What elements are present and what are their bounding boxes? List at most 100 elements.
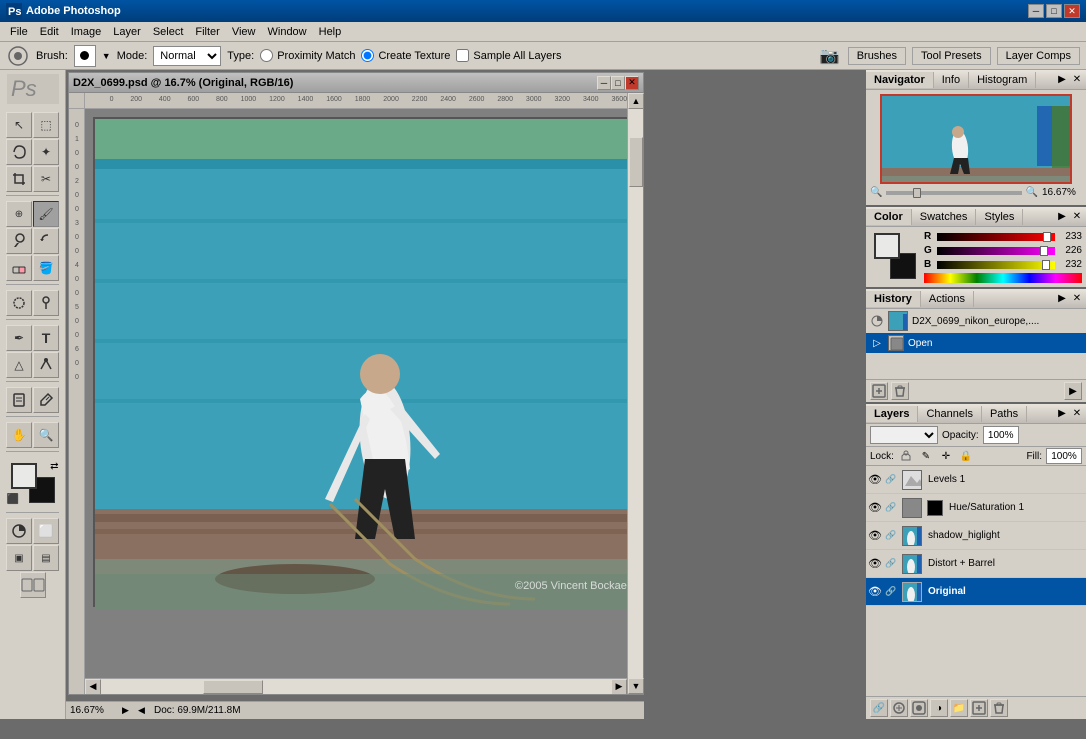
slice-tool[interactable]: ✂ (33, 166, 59, 192)
brushes-tab[interactable]: Brushes (848, 47, 906, 65)
eraser-tool[interactable] (6, 255, 32, 281)
add-mask-btn[interactable] (910, 699, 928, 717)
zoom-out-icon[interactable]: 🔍 (1026, 187, 1038, 198)
minimize-button[interactable]: ─ (1028, 4, 1044, 18)
brush-tool[interactable]: 🖌 (33, 201, 59, 227)
fill-tool[interactable]: 🪣 (33, 255, 59, 281)
new-snapshot-btn[interactable] (870, 382, 888, 400)
zoom-tool[interactable]: 🔍 (33, 422, 59, 448)
link-layers-btn[interactable]: 🔗 (870, 699, 888, 717)
menu-edit[interactable]: Edit (34, 24, 65, 40)
menu-file[interactable]: File (4, 24, 34, 40)
layer-link-3[interactable]: 🔗 (885, 557, 899, 571)
layer-link-0[interactable]: 🔗 (885, 473, 899, 487)
b-slider-track[interactable] (937, 261, 1055, 269)
layer-visibility-1[interactable]: 👁 (868, 501, 882, 515)
layer-visibility-2[interactable]: 👁 (868, 529, 882, 543)
new-layer-btn[interactable] (970, 699, 988, 717)
layer-item-1[interactable]: 👁 🔗 Hue/Saturation 1 (866, 494, 1086, 522)
menu-image[interactable]: Image (65, 24, 108, 40)
layer-item-2[interactable]: 👁 🔗 shadow_higlight (866, 522, 1086, 550)
notes-tool[interactable] (6, 387, 32, 413)
blend-mode-select[interactable]: Normal (870, 426, 938, 444)
path-selection-tool[interactable] (33, 352, 59, 378)
magic-wand-tool[interactable]: ✦ (33, 139, 59, 165)
zoom-in-icon[interactable]: 🔍 (870, 187, 882, 198)
history-item-0[interactable]: D2X_0699_nikon_europe,.... (866, 309, 1086, 333)
channels-tab[interactable]: Channels (918, 406, 981, 422)
histogram-tab[interactable]: Histogram (969, 72, 1036, 88)
maximize-button[interactable]: □ (1046, 4, 1062, 18)
history-brush-tool[interactable] (33, 228, 59, 254)
screen-btn2[interactable]: ▣ (6, 545, 32, 571)
layer-item-0[interactable]: 👁 🔗 Levels 1 (866, 466, 1086, 494)
scroll-down-btn[interactable]: ▼ (628, 678, 644, 694)
zoom-level[interactable]: 16.67% (70, 705, 118, 716)
healing-brush-tool[interactable]: ⊕ (6, 201, 32, 227)
v-scrollbar[interactable]: ▲ ▼ (627, 93, 643, 694)
mode-select[interactable]: Normal Dissolve Multiply (153, 46, 221, 66)
history-item-1[interactable]: ▷ Open (866, 333, 1086, 353)
menu-select[interactable]: Select (147, 24, 190, 40)
layer-comps-tab[interactable]: Layer Comps (997, 47, 1080, 65)
new-adj-layer-btn[interactable]: ◑ (930, 699, 948, 717)
hand-tool[interactable]: ✋ (6, 422, 32, 448)
lock-all-btn[interactable]: 🔒 (958, 448, 974, 464)
menu-help[interactable]: Help (313, 24, 348, 40)
lasso-tool[interactable] (6, 139, 32, 165)
color-options-btn[interactable]: ▶ (1054, 209, 1070, 225)
r-slider-thumb[interactable] (1043, 232, 1051, 242)
type-tool[interactable]: T (33, 325, 59, 351)
v-scroll-thumb[interactable] (629, 137, 643, 187)
new-group-btn[interactable]: 📁 (950, 699, 968, 717)
layer-item-3[interactable]: 👁 🔗 Distort + Barrel (866, 550, 1086, 578)
r-slider-track[interactable] (937, 233, 1055, 241)
menu-filter[interactable]: Filter (189, 24, 225, 40)
eyedropper-tool[interactable] (33, 387, 59, 413)
scroll-up-btn[interactable]: ▲ (628, 93, 644, 109)
scroll-thumb[interactable] (203, 680, 263, 694)
lock-position-btn[interactable]: ✛ (938, 448, 954, 464)
screen-btn3[interactable]: ▤ (33, 545, 59, 571)
layer-link-2[interactable]: 🔗 (885, 529, 899, 543)
b-slider-thumb[interactable] (1042, 260, 1050, 270)
g-slider-thumb[interactable] (1040, 246, 1048, 256)
lock-image-btn[interactable]: ✎ (918, 448, 934, 464)
layers-options-btn[interactable]: ▶ (1054, 406, 1070, 422)
quick-mask-btn[interactable] (6, 518, 32, 544)
info-tab[interactable]: Info (934, 72, 969, 88)
marquee-tool[interactable]: ⬚ (33, 112, 59, 138)
delete-layer-btn[interactable] (990, 699, 1008, 717)
canvas-scroll-area[interactable]: ©2005 Vincent Bockaert 123di. (85, 109, 627, 678)
swap-colors-icon[interactable]: ⇄ (50, 461, 58, 472)
brush-preview[interactable] (74, 45, 96, 67)
history-expand-icon[interactable]: ▷ (870, 336, 884, 350)
options-camera-icon[interactable]: 📷 (818, 44, 842, 68)
layer-visibility-4[interactable]: 👁 (868, 585, 882, 599)
dodge-tool[interactable] (33, 290, 59, 316)
swatches-tab[interactable]: Swatches (912, 209, 977, 225)
screen-mode-btn[interactable]: ⬜ (33, 518, 59, 544)
clone-stamp-tool[interactable] (6, 228, 32, 254)
scroll-left-btn[interactable]: ◀ (85, 679, 101, 695)
tool-presets-tab[interactable]: Tool Presets (912, 47, 991, 65)
color-tab[interactable]: Color (866, 209, 912, 225)
close-button[interactable]: ✕ (1064, 4, 1080, 18)
history-options-btn[interactable]: ▶ (1054, 291, 1070, 307)
layer-visibility-3[interactable]: 👁 (868, 557, 882, 571)
foreground-color-swatch[interactable] (11, 463, 37, 489)
layer-link-4[interactable]: 🔗 (885, 585, 899, 599)
menu-layer[interactable]: Layer (107, 24, 147, 40)
history-menu-btn[interactable]: ▶ (1064, 382, 1082, 400)
navigator-close-btn[interactable]: ✕ (1070, 73, 1084, 87)
styles-tab[interactable]: Styles (976, 209, 1023, 225)
layers-tab[interactable]: Layers (866, 406, 918, 422)
color-close-btn[interactable]: ✕ (1070, 210, 1084, 224)
proximity-radio[interactable] (260, 49, 273, 62)
shape-tool[interactable]: △ (6, 352, 32, 378)
delete-state-btn[interactable] (891, 382, 909, 400)
foreground-swatch[interactable] (874, 233, 900, 259)
paths-tab[interactable]: Paths (982, 406, 1027, 422)
layers-close-btn[interactable]: ✕ (1070, 407, 1084, 421)
sample-all-checkbox[interactable] (456, 49, 469, 62)
